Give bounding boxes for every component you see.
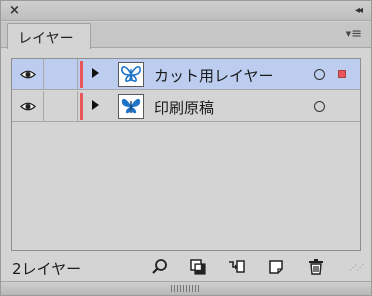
layer-row[interactable]: 印刷原稿 <box>12 91 360 122</box>
eye-icon <box>20 70 36 79</box>
visibility-toggle[interactable] <box>12 59 44 90</box>
create-sublayer-icon[interactable] <box>227 258 245 276</box>
visibility-toggle[interactable] <box>12 91 44 122</box>
layer-name[interactable]: 印刷原稿 <box>154 97 214 118</box>
expand-triangle-icon[interactable] <box>92 68 99 78</box>
layer-color-bar <box>80 61 83 88</box>
create-new-layer-icon[interactable] <box>267 258 285 276</box>
grip-handle-icon[interactable] <box>171 285 201 292</box>
collapse-panel-button[interactable]: ◂◂ <box>355 4 363 18</box>
target-circle-icon[interactable] <box>314 101 325 112</box>
expand-triangle-icon[interactable] <box>92 100 99 110</box>
lock-toggle[interactable] <box>44 91 78 122</box>
panel-menu-icon: ≡ <box>351 26 362 42</box>
lock-toggle[interactable] <box>44 59 78 90</box>
selection-indicator-icon[interactable] <box>338 70 346 78</box>
panel-bottom-bar[interactable] <box>1 281 371 295</box>
layers-list: カット用レイヤー 印刷原稿 <box>11 58 361 251</box>
panel-menu-button[interactable]: ▼≡ <box>346 27 362 42</box>
panel-footer: 2レイヤー ⋰⋰ <box>1 253 371 279</box>
layer-thumbnail <box>118 94 144 119</box>
eye-icon <box>20 102 36 111</box>
make-clipping-mask-icon[interactable] <box>189 258 207 276</box>
target-circle-icon[interactable] <box>314 69 325 80</box>
butterfly-outline-icon <box>121 66 141 82</box>
layer-row[interactable]: カット用レイヤー <box>12 59 360 90</box>
resize-grip-icon[interactable]: ⋰⋰ <box>349 263 364 272</box>
tab-row: レイヤー ▼≡ <box>1 22 371 49</box>
close-panel-button[interactable]: × <box>9 3 20 19</box>
layer-name[interactable]: カット用レイヤー <box>154 65 274 86</box>
layer-thumbnail <box>118 62 144 87</box>
layer-count-label: 2レイヤー <box>12 260 82 278</box>
tab-layers[interactable]: レイヤー <box>7 23 91 49</box>
panel-title-bar[interactable]: × ◂◂ <box>1 1 371 21</box>
locate-object-icon[interactable] <box>151 258 169 276</box>
delete-icon[interactable] <box>307 258 325 276</box>
layers-panel: × ◂◂ レイヤー ▼≡ カット用レイヤー 印刷原稿 2レイヤー ⋰⋰ <box>0 0 372 296</box>
butterfly-filled-icon <box>121 98 141 114</box>
layer-color-bar <box>80 93 83 120</box>
